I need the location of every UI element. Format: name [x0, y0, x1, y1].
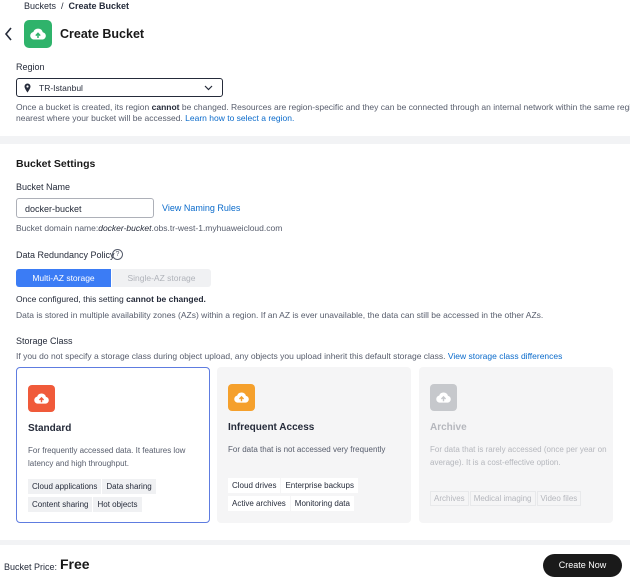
cloud-upload-icon — [24, 20, 52, 48]
back-arrow-icon[interactable] — [3, 26, 15, 42]
learn-region-link[interactable]: Learn how to select a region. — [185, 113, 294, 123]
help-icon[interactable]: ? — [112, 249, 123, 260]
tag: Cloud applications — [28, 479, 102, 494]
footer-bar — [0, 545, 630, 582]
view-naming-rules-link[interactable]: View Naming Rules — [162, 203, 240, 213]
card-title: Archive — [430, 422, 467, 433]
breadcrumb-buckets-link[interactable]: Buckets — [24, 1, 56, 11]
tag: Video files — [536, 491, 582, 506]
region-note: Once a bucket is created, its region can… — [16, 102, 630, 112]
card-tags: Cloud applications Data sharing Content sh… — [28, 479, 208, 515]
tag: Archives — [430, 491, 469, 506]
storage-class-standard-card[interactable]: Standard For frequently accessed data. I… — [16, 367, 210, 523]
storage-class-infrequent-card[interactable]: Infrequent Access For data that is not a… — [217, 367, 411, 523]
tag: Monitoring data — [290, 496, 354, 511]
single-az-option[interactable]: Single-AZ storage — [112, 269, 211, 287]
storage-class-note: If you do not specify a storage class du… — [16, 351, 563, 361]
cloud-upload-icon — [28, 385, 55, 412]
storage-class-differences-link[interactable]: View storage class differences — [448, 351, 563, 361]
tag: Enterprise backups — [281, 478, 358, 493]
tag: Cloud drives — [228, 478, 281, 493]
bucket-name-input[interactable]: docker-bucket — [16, 198, 154, 218]
breadcrumb-current: Create Bucket — [68, 1, 130, 11]
storage-class-label: Storage Class — [16, 336, 73, 346]
redundancy-desc: Data is stored in multiple availability … — [16, 310, 544, 320]
card-tags: Archives Medical imaging Video files — [430, 491, 610, 509]
region-select[interactable]: TR-Istanbul — [16, 78, 223, 97]
location-pin-icon — [24, 83, 31, 95]
card-title: Standard — [28, 423, 72, 434]
breadcrumb: Buckets / Create Bucket — [24, 1, 129, 11]
cloud-upload-icon — [430, 384, 457, 411]
redundancy-label: Data Redundancy Policy — [16, 250, 115, 260]
bucket-name-label: Bucket Name — [16, 182, 71, 192]
region-select-value: TR-Istanbul — [39, 83, 83, 93]
tag: Data sharing — [102, 479, 156, 494]
region-label: Region — [16, 62, 45, 72]
tag: Content sharing — [28, 497, 93, 512]
cloud-upload-icon — [228, 384, 255, 411]
bucket-domain-name: Bucket domain name:docker-bucket.obs.tr-… — [16, 223, 283, 233]
region-note-line2: nearest where your bucket will be access… — [16, 113, 295, 123]
card-tags: Cloud drives Enterprise backups Active arc… — [228, 478, 408, 514]
chevron-down-icon — [204, 83, 213, 94]
storage-class-archive-card[interactable]: Archive For data that is rarely accessed… — [419, 367, 613, 523]
bucket-price-label: Bucket Price: — [4, 562, 58, 572]
tag: Medical imaging — [469, 491, 536, 506]
redundancy-note: Once configured, this setting cannot be … — [16, 294, 206, 304]
breadcrumb-separator: / — [61, 1, 64, 11]
card-description: For frequently accessed data. It feature… — [28, 446, 186, 468]
card-description: For data that is rarely accessed (once p… — [430, 445, 607, 467]
bucket-settings-title: Bucket Settings — [16, 158, 96, 170]
tag: Active archives — [228, 496, 290, 511]
page-title: Create Bucket — [60, 27, 145, 41]
multi-az-option[interactable]: Multi-AZ storage — [16, 269, 111, 287]
card-description: For data that is not accessed very frequ… — [228, 445, 386, 454]
card-title: Infrequent Access — [228, 422, 315, 433]
tag: Hot objects — [93, 497, 142, 512]
create-now-button[interactable]: Create Now — [543, 554, 622, 577]
bucket-price-value: Free — [60, 556, 90, 572]
